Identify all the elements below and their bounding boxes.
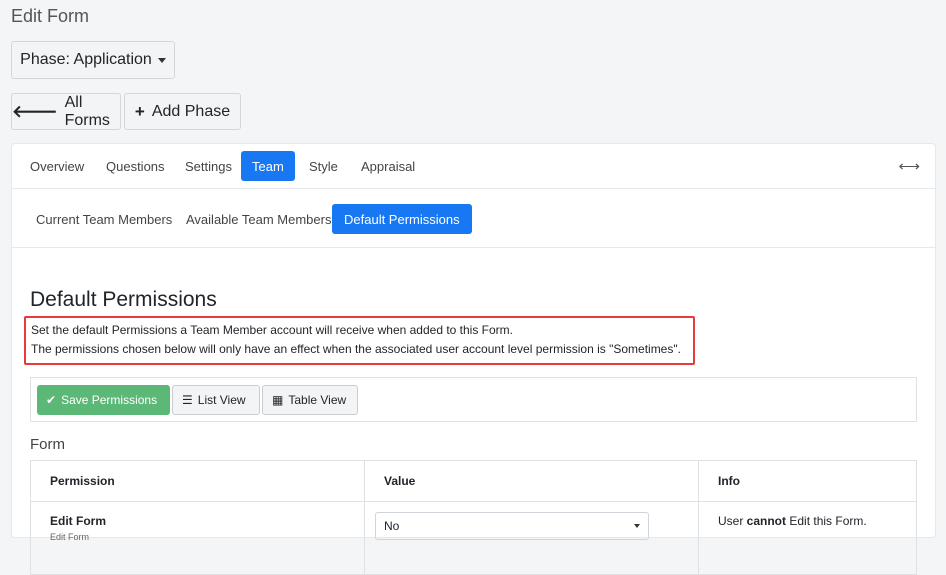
info-cell: User cannot Edit this Form. <box>698 501 917 575</box>
list-view-label: List View <box>197 393 246 407</box>
permission-value-select[interactable]: No <box>375 512 649 540</box>
list-icon: ☰ <box>182 393 193 407</box>
value-cell: No <box>364 501 699 575</box>
add-phase-label: Add Phase <box>151 102 231 120</box>
save-permissions-label: Save Permissions <box>61 393 158 407</box>
header-info: Info <box>698 460 917 502</box>
caret-down-icon <box>157 57 166 63</box>
phase-dropdown-label: Phase: Application <box>20 51 152 68</box>
all-forms-label: All Forms <box>64 93 110 129</box>
permission-subtext: Edit Form <box>50 532 90 542</box>
form-section-label: Form <box>30 436 65 453</box>
list-view-button[interactable]: ☰ List View <box>172 385 260 415</box>
permission-cell: Edit Form Edit Form <box>30 501 365 575</box>
permissions-table: Permission Value Info Edit Form Edit For… <box>30 460 917 575</box>
description-line-1: Set the default Permissions a Team Membe… <box>31 323 514 337</box>
description-line-2: The permissions chosen below will only h… <box>31 342 681 356</box>
tab-questions[interactable]: Questions <box>95 151 176 181</box>
info-text-bold: cannot <box>746 514 787 528</box>
tab-settings[interactable]: Settings <box>174 151 243 181</box>
expand-horizontal-icon[interactable]: ⟷ <box>898 157 920 175</box>
permissions-toolbar: ✔ Save Permissions ☰ List View ▦ Table V… <box>30 377 917 422</box>
subtab-default-permissions[interactable]: Default Permissions <box>332 204 472 234</box>
table-view-label: Table View <box>288 393 347 407</box>
save-permissions-button[interactable]: ✔ Save Permissions <box>37 385 170 415</box>
all-forms-button[interactable]: 🡐 All Forms <box>11 93 121 130</box>
check-icon: ✔ <box>46 393 57 407</box>
subtab-available-team-members[interactable]: Available Team Members <box>174 204 343 234</box>
chevron-down-icon <box>634 524 640 528</box>
tab-appraisal[interactable]: Appraisal <box>350 151 426 181</box>
table-icon: ▦ <box>272 393 284 407</box>
tab-overview[interactable]: Overview <box>19 151 95 181</box>
header-permission: Permission <box>30 460 365 502</box>
info-text-pre: User <box>718 514 747 528</box>
arrow-left-icon: 🡐 <box>12 101 58 121</box>
phase-dropdown-button[interactable]: Phase: Application <box>11 41 175 79</box>
table-row: Edit Form Edit Form No User cannot Edit … <box>30 501 917 575</box>
header-value: Value <box>364 460 699 502</box>
main-tabs: Overview Questions Settings Team Style A… <box>11 143 936 189</box>
add-phase-button[interactable]: + Add Phase <box>124 93 241 130</box>
description-highlight-box: Set the default Permissions a Team Membe… <box>24 316 695 365</box>
page-title: Edit Form <box>11 6 90 26</box>
permission-name: Edit Form <box>50 514 106 528</box>
select-value: No <box>384 519 400 533</box>
tab-style[interactable]: Style <box>298 151 349 181</box>
info-text-post: Edit this Form. <box>786 514 867 528</box>
plus-icon: + <box>134 101 145 121</box>
tab-team[interactable]: Team <box>241 151 295 181</box>
section-title: Default Permissions <box>30 288 217 311</box>
sub-tabs: Current Team Members Available Team Memb… <box>11 189 936 248</box>
subtab-current-team-members[interactable]: Current Team Members <box>24 204 184 234</box>
table-view-button[interactable]: ▦ Table View <box>262 385 358 415</box>
